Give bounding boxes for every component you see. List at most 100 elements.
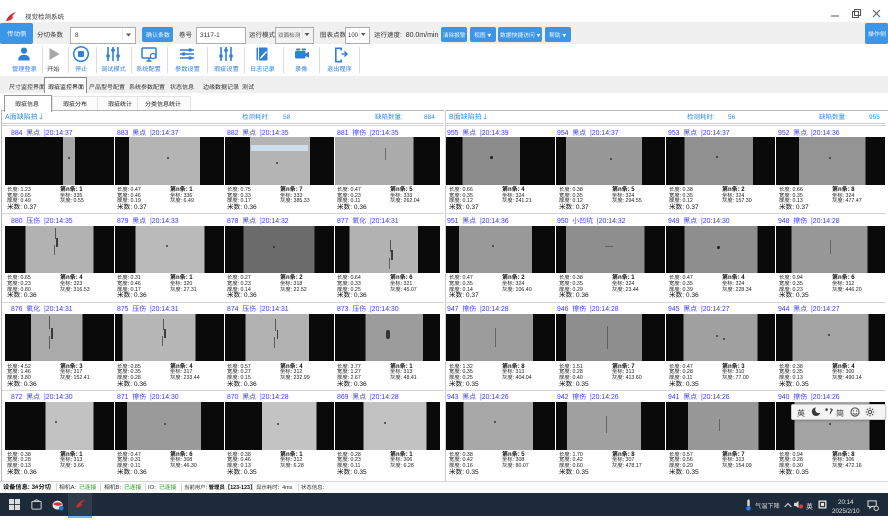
svg-text:870: 870 [227,394,239,401]
svg-text:0.37: 0.37 [465,204,478,211]
svg-text:0.37: 0.37 [465,292,478,299]
svg-text:949: 949 [668,218,680,225]
svg-text:|20:14:28: |20:14:28 [480,306,509,313]
svg-text:123-123: 123-123 [230,485,250,491]
svg-text:0.35: 0.35 [796,381,809,388]
svg-text:48.41: 48.41 [404,375,417,381]
svg-text:876: 876 [11,306,23,313]
svg-text:945: 945 [668,306,680,313]
svg-text:|20:14:28: |20:14:28 [370,394,399,401]
svg-text:316.53: 316.53 [74,287,90,293]
svg-text:0.35: 0.35 [575,469,588,476]
svg-text:20:14: 20:14 [838,499,854,506]
svg-text:8: 8 [75,32,79,39]
svg-text:100: 100 [348,33,359,39]
svg-text:877: 877 [337,218,349,225]
svg-text:0.37: 0.37 [796,204,809,211]
svg-text:23.44: 23.44 [625,287,638,293]
svg-text:873: 873 [337,306,349,313]
svg-text:3#: 3# [32,484,39,491]
svg-text:0.36: 0.36 [134,292,147,299]
svg-text:45.07: 45.07 [404,287,417,293]
svg-text:|20:14:30: |20:14:30 [701,218,730,225]
svg-text:|20:14:36: |20:14:36 [480,218,509,225]
svg-text:|20:14:30: |20:14:30 [44,394,73,401]
svg-text:|20:14:31: |20:14:31 [370,218,399,225]
svg-text:954: 954 [557,130,569,137]
svg-text:IO:: IO: [148,485,156,491]
svg-text:77.00: 77.00 [735,375,748,381]
svg-text:|20:14:28: |20:14:28 [590,306,619,313]
svg-text:0.37: 0.37 [575,204,588,211]
svg-text:|20:14:37: |20:14:37 [701,130,730,137]
svg-text:880: 880 [11,218,23,225]
svg-text:869: 869 [337,394,349,401]
svg-text:|20:14:32: |20:14:32 [597,218,626,225]
svg-text:B: B [449,114,454,121]
svg-text:233.44: 233.44 [184,375,200,381]
svg-text:0.36: 0.36 [686,292,699,299]
svg-text:0.36: 0.36 [24,469,37,476]
svg-text:157.30: 157.30 [735,198,751,204]
svg-text:A: A [5,114,10,121]
svg-text:80.07: 80.07 [515,463,528,469]
svg-text:0.55: 0.55 [74,198,84,204]
svg-text:944: 944 [778,306,790,313]
svg-text:0.36: 0.36 [24,292,37,299]
svg-text:0.35: 0.35 [244,469,257,476]
svg-text:472.16: 472.16 [845,463,861,469]
svg-text:0.36: 0.36 [244,292,257,299]
svg-text:0.36: 0.36 [24,381,37,388]
svg-text:941: 941 [668,394,680,401]
svg-text:871: 871 [117,394,129,401]
svg-text::: : [323,485,325,491]
svg-text:0.35: 0.35 [354,469,367,476]
svg-text:0.36: 0.36 [575,292,588,299]
svg-text:955: 955 [869,114,880,121]
svg-text:881: 881 [337,130,349,137]
svg-text:0.36: 0.36 [354,381,367,388]
svg-text:228.34: 228.34 [735,287,751,293]
svg-text:879: 879 [117,218,129,225]
svg-text:875: 875 [117,306,129,313]
svg-text:953: 953 [668,130,680,137]
svg-text:: 4ms: : 4ms [278,485,293,491]
svg-text:0.35: 0.35 [796,292,809,299]
svg-text:0.35: 0.35 [686,381,699,388]
svg-text:|20:14:26: |20:14:26 [811,394,840,401]
svg-text:0.37: 0.37 [24,204,37,211]
svg-text:154.09: 154.09 [735,463,751,469]
svg-text:|20:14:26: |20:14:26 [480,394,509,401]
svg-text::: : [401,114,403,121]
svg-text:A:: A: [71,485,77,491]
svg-text:56: 56 [728,114,736,121]
svg-text:946: 946 [557,306,569,313]
svg-text:404.04: 404.04 [515,375,531,381]
svg-text:|20:14:26: |20:14:26 [701,394,730,401]
svg-text:478.17: 478.17 [625,463,641,469]
svg-text:|20:14:30: |20:14:30 [150,394,179,401]
svg-text:B:: B: [116,485,122,491]
svg-text:0.35: 0.35 [465,381,478,388]
svg-text:0.35: 0.35 [465,469,478,476]
svg-text:|20:14:32: |20:14:32 [260,218,289,225]
svg-text:232.99: 232.99 [294,375,310,381]
svg-text:3117-1: 3117-1 [200,32,220,39]
svg-text:0.37: 0.37 [686,204,699,211]
svg-text:|20:14:31: |20:14:31 [260,306,289,313]
svg-text:947: 947 [447,306,459,313]
svg-text:|20:14:33: |20:14:33 [150,218,179,225]
svg-text:0.36: 0.36 [244,381,257,388]
svg-text::: : [845,114,847,121]
svg-text:6.28: 6.28 [404,463,414,469]
svg-text:955: 955 [447,130,459,137]
svg-text:0.36: 0.36 [134,469,147,476]
svg-text:27.31: 27.31 [184,287,197,293]
svg-text:|20:14:28: |20:14:28 [260,394,289,401]
svg-text:22.52: 22.52 [294,287,307,293]
svg-text:6.49: 6.49 [184,198,194,204]
svg-text:262.04: 262.04 [404,198,420,204]
svg-text:872: 872 [11,394,23,401]
svg-text:241.21: 241.21 [515,198,531,204]
svg-text:|20:14:35: |20:14:35 [370,130,399,137]
